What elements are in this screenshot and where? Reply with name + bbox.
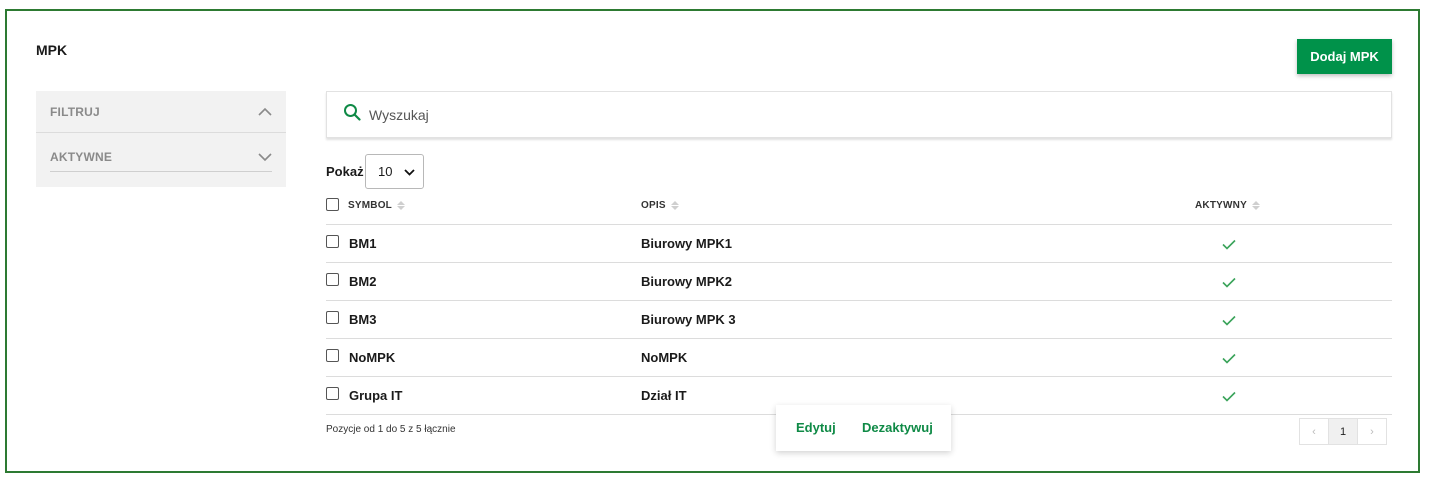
filter-active-toggle[interactable]: AKTYWNE — [36, 136, 286, 178]
column-opis[interactable]: OPIS — [641, 200, 679, 211]
table-summary: Pozycje od 1 do 5 z 5 łącznie — [326, 424, 456, 435]
filter-panel: FILTRUJ AKTYWNE — [36, 91, 286, 187]
check-icon — [1222, 237, 1236, 255]
chevron-down-icon — [258, 150, 272, 164]
column-aktywny[interactable]: AKTYWNY — [1195, 200, 1260, 211]
page-title: MPK — [36, 42, 68, 58]
table-row[interactable]: BM2 Biurowy MPK2 — [326, 263, 1392, 301]
mpk-table: SYMBOL OPIS AKTYWNY BM1 Biurowy MPK1 BM2… — [326, 187, 1392, 415]
page-1-button[interactable]: 1 — [1328, 418, 1358, 445]
cell-opis: Biurowy MPK1 — [641, 236, 733, 251]
row-checkbox[interactable] — [326, 311, 339, 324]
pagination: ‹ 1 › — [1299, 418, 1387, 445]
sort-icon — [670, 201, 679, 210]
cell-opis: Biurowy MPK 3 — [641, 312, 736, 327]
row-checkbox[interactable] — [326, 273, 339, 286]
chevron-up-icon — [258, 105, 272, 119]
row-actions-popover: Edytuj Dezaktywuj — [776, 405, 951, 451]
check-icon — [1222, 351, 1236, 369]
chevron-down-icon — [404, 164, 415, 179]
column-symbol[interactable]: SYMBOL — [348, 200, 405, 211]
check-icon — [1222, 389, 1236, 407]
add-mpk-button[interactable]: Dodaj MPK — [1297, 39, 1392, 74]
filter-active-label: AKTYWNE — [50, 150, 113, 164]
filter-divider — [50, 171, 272, 172]
table-row[interactable]: BM1 Biurowy MPK1 — [326, 225, 1392, 263]
row-checkbox[interactable] — [326, 349, 339, 362]
cell-symbol: Grupa IT — [349, 388, 403, 403]
page-size-select[interactable]: 10 — [365, 154, 424, 189]
cell-symbol: BM1 — [349, 236, 377, 251]
page-size-label: Pokaż — [326, 164, 364, 179]
column-symbol-label: SYMBOL — [348, 200, 392, 211]
sort-icon — [396, 201, 405, 210]
page-size-value: 10 — [378, 164, 393, 179]
search-box — [326, 91, 1392, 138]
check-icon — [1222, 275, 1236, 293]
sort-icon — [1251, 201, 1260, 210]
column-opis-label: OPIS — [641, 200, 666, 211]
cell-symbol: BM3 — [349, 312, 377, 327]
select-all-checkbox[interactable] — [326, 198, 339, 211]
cell-opis: Biurowy MPK2 — [641, 274, 733, 289]
cell-symbol: BM2 — [349, 274, 377, 289]
filter-toggle[interactable]: FILTRUJ — [36, 91, 286, 133]
cell-opis: NoMPK — [641, 350, 688, 365]
table-row[interactable]: BM3 Biurowy MPK 3 — [326, 301, 1392, 339]
filter-label: FILTRUJ — [50, 104, 100, 119]
deactivate-button[interactable]: Dezaktywuj — [862, 420, 933, 435]
cell-symbol: NoMPK — [349, 350, 396, 365]
column-aktywny-label: AKTYWNY — [1195, 200, 1247, 211]
cell-opis: Dział IT — [641, 388, 687, 403]
check-icon — [1222, 313, 1236, 331]
table-header: SYMBOL OPIS AKTYWNY — [326, 187, 1392, 225]
search-icon — [343, 103, 361, 126]
row-checkbox[interactable] — [326, 387, 339, 400]
next-page-button[interactable]: › — [1357, 418, 1387, 445]
search-input[interactable] — [369, 106, 1269, 123]
prev-page-button[interactable]: ‹ — [1299, 418, 1329, 445]
table-row[interactable]: NoMPK NoMPK — [326, 339, 1392, 377]
edit-button[interactable]: Edytuj — [796, 420, 836, 435]
row-checkbox[interactable] — [326, 235, 339, 248]
